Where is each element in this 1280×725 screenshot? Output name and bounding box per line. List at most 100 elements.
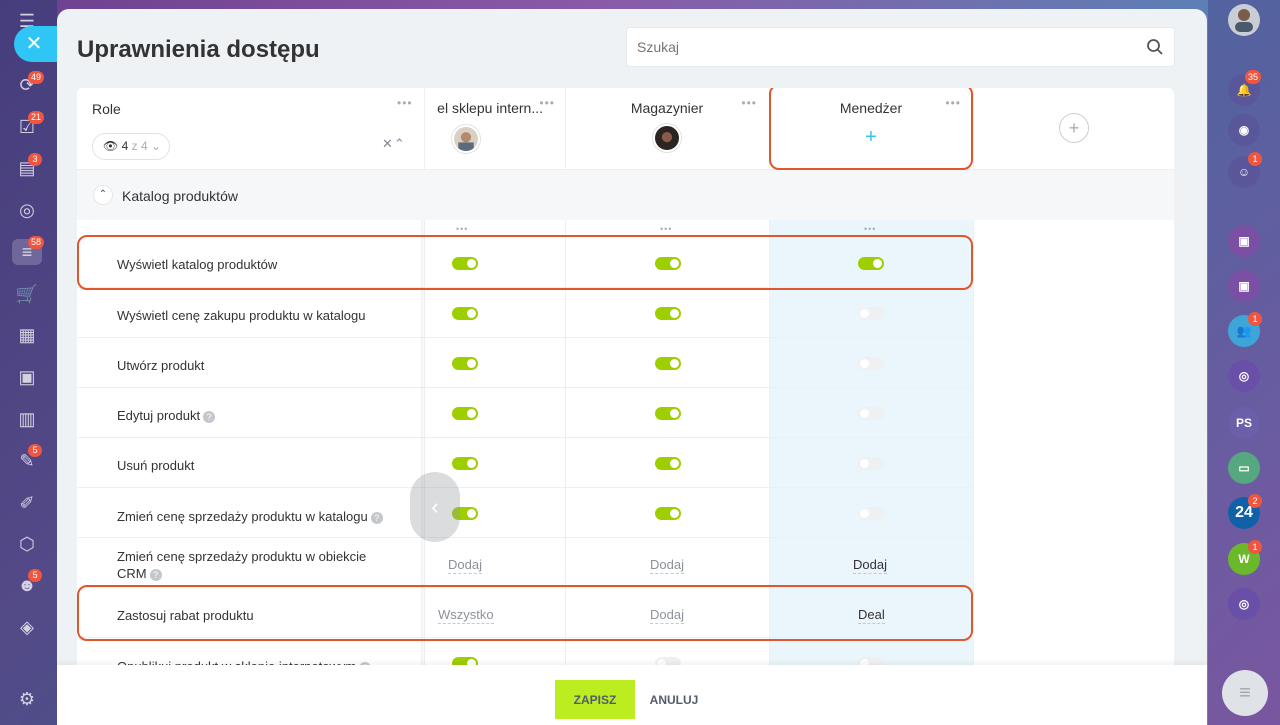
category-label: Katalog produktów xyxy=(122,188,238,204)
help-icon[interactable]: ? xyxy=(203,410,216,423)
feed-badge: 49 xyxy=(28,71,45,84)
calendar-icon[interactable]: ▣ xyxy=(14,364,40,390)
chevron-down-icon: ⌄ xyxy=(150,139,162,153)
col1-more-icon[interactable]: ••• xyxy=(456,224,468,234)
toggle-switch[interactable] xyxy=(452,407,478,420)
row-label: Zmień cenę sprzedaży produktu w katalogu… xyxy=(117,508,407,525)
w-badge: 1 xyxy=(1248,540,1262,554)
target-icon[interactable]: ◎ xyxy=(14,197,40,223)
toggle-switch[interactable] xyxy=(858,407,884,420)
column-magazynier: Magazynier ••• xyxy=(565,88,769,170)
col3-more-icon[interactable]: ••• xyxy=(864,224,876,234)
row-label: Edytuj produkt? xyxy=(117,407,407,424)
contact-card-2-icon[interactable]: ▣ xyxy=(1228,270,1260,302)
ps-avatar[interactable]: PS xyxy=(1228,407,1260,439)
warehouse-icon[interactable]: ▦ xyxy=(14,322,40,348)
visible-roles-chip[interactable]: 👁 4 z 4 ⌄ xyxy=(92,133,170,160)
footer-bar: ZAPISZ ANULUJ xyxy=(57,665,1207,725)
search-input[interactable] xyxy=(627,28,1127,66)
value-link[interactable]: Dodaj xyxy=(448,557,482,574)
annotation-box xyxy=(77,235,973,290)
collapse-icon[interactable]: ✕⌃ xyxy=(382,136,406,152)
cart-icon[interactable]: 🛒 xyxy=(14,281,40,307)
annotation-box xyxy=(77,585,973,641)
toggle-switch[interactable] xyxy=(452,457,478,470)
row-label: Zmień cenę sprzedaży produktu w obiekcie… xyxy=(117,549,367,581)
search-box[interactable] xyxy=(626,27,1175,67)
access-permissions-panel: Uprawnienia dostępu Role ••• 👁 4 z 4 ⌄ ✕… xyxy=(57,9,1207,725)
toggle-switch[interactable] xyxy=(655,307,681,320)
spiral-icon[interactable]: ◉ xyxy=(1228,114,1260,146)
scroll-left-button[interactable]: ‹ xyxy=(410,472,460,542)
save-button[interactable]: ZAPISZ xyxy=(555,680,635,719)
filter-badge: 58 xyxy=(28,236,45,249)
value-link[interactable]: Dodaj xyxy=(853,557,887,574)
b24-badge: 2 xyxy=(1248,494,1262,508)
cancel-button[interactable]: ANULUJ xyxy=(641,680,707,719)
column-shop-admin-avatar xyxy=(452,125,480,153)
help-icon[interactable]: ? xyxy=(149,568,162,581)
toggle-switch[interactable] xyxy=(452,307,478,320)
contact-card-icon[interactable]: ▣ xyxy=(1228,225,1260,257)
table-row: Edytuj produkt? xyxy=(77,388,1174,438)
table-row: Zmień cenę sprzedaży produktu w obiekcie… xyxy=(77,538,1174,588)
table-row: Wyświetl cenę zakupu produktu w katalogu xyxy=(77,288,1174,338)
settings-icon[interactable]: ⚙ xyxy=(14,686,40,712)
add-role-button[interactable]: + xyxy=(1059,113,1089,143)
role-column-label: Role xyxy=(92,101,121,117)
pen-icon[interactable]: ✐ xyxy=(14,490,40,516)
table-row: Zmień cenę sprzedaży produktu w katalogu… xyxy=(77,488,1174,538)
table-header: Role ••• 👁 4 z 4 ⌄ ✕⌃ el sklepu intern..… xyxy=(77,88,1174,170)
group-badge: 1 xyxy=(1248,312,1262,326)
menu-fab-button[interactable]: ≡ xyxy=(1222,670,1268,716)
toggle-switch[interactable] xyxy=(858,457,884,470)
toggle-switch[interactable] xyxy=(452,357,478,370)
value-link[interactable]: Dodaj xyxy=(650,557,684,574)
copilot-icon[interactable]: ◎ xyxy=(1228,360,1260,392)
toggle-switch[interactable] xyxy=(858,507,884,520)
eye-icon: 👁 xyxy=(103,139,119,153)
column-magazynier-name: Magazynier xyxy=(630,100,704,116)
table-row: Utwórz produkt xyxy=(77,338,1174,388)
column-magazynier-avatar xyxy=(653,124,681,152)
box-icon[interactable]: ◈ xyxy=(14,614,40,640)
row-label: Wyświetl cenę zakupu produktu w katalogu xyxy=(117,308,366,323)
permissions-table: Role ••• 👁 4 z 4 ⌄ ✕⌃ el sklepu intern..… xyxy=(77,88,1174,688)
toggle-switch[interactable] xyxy=(655,357,681,370)
row-label: Utwórz produkt xyxy=(117,358,205,373)
close-slider-button[interactable]: ✕ xyxy=(14,26,58,62)
table-row: Usuń produkt xyxy=(77,438,1174,488)
copilot-2-icon[interactable]: ◎ xyxy=(1228,588,1260,620)
column-magazynier-more-icon[interactable]: ••• xyxy=(741,96,757,110)
toggle-switch[interactable] xyxy=(655,407,681,420)
chevron-up-icon[interactable]: ⌃ xyxy=(93,185,113,205)
annotation-box xyxy=(769,88,973,170)
chip-of: z 4 xyxy=(131,139,148,153)
tasks-badge: 21 xyxy=(28,111,45,124)
left-sidebar: ☰ ✕ ⟳ 49 ☑ 21 ▤ 3 ◎ ≡ 58 🛒 ▦ ▣ ▥ ✎ 5 ✐ ⬡… xyxy=(0,0,58,725)
hexagon-icon[interactable]: ⬡ xyxy=(14,531,40,557)
chip-count: 4 xyxy=(121,139,129,153)
robot-badge: 5 xyxy=(28,569,42,582)
chat-badge: 1 xyxy=(1248,152,1262,166)
toggle-switch[interactable] xyxy=(655,457,681,470)
toggle-switch[interactable] xyxy=(655,507,681,520)
analytics-icon[interactable]: ▥ xyxy=(14,406,40,432)
column-shop-admin: el sklepu intern... ••• xyxy=(424,88,565,170)
toggle-switch[interactable] xyxy=(858,307,884,320)
row-label: Usuń produkt xyxy=(117,458,195,473)
column-shop-admin-more-icon[interactable]: ••• xyxy=(539,96,555,110)
contacts-badge: 3 xyxy=(28,153,42,166)
search-icon[interactable] xyxy=(1146,38,1164,56)
bell-badge: 35 xyxy=(1245,70,1262,84)
page-title: Uprawnienia dostępu xyxy=(77,36,320,63)
toggle-switch[interactable] xyxy=(858,357,884,370)
help-icon[interactable]: ? xyxy=(370,511,383,524)
message-icon[interactable]: ▭ xyxy=(1228,452,1260,484)
user-avatar[interactable] xyxy=(1228,4,1260,36)
category-row[interactable]: ⌃ Katalog produktów xyxy=(77,170,1174,220)
col2-more-icon[interactable]: ••• xyxy=(660,224,672,234)
sign-badge: 5 xyxy=(28,444,42,457)
user-avatar-icon xyxy=(1235,9,1253,32)
role-more-icon[interactable]: ••• xyxy=(397,96,413,110)
